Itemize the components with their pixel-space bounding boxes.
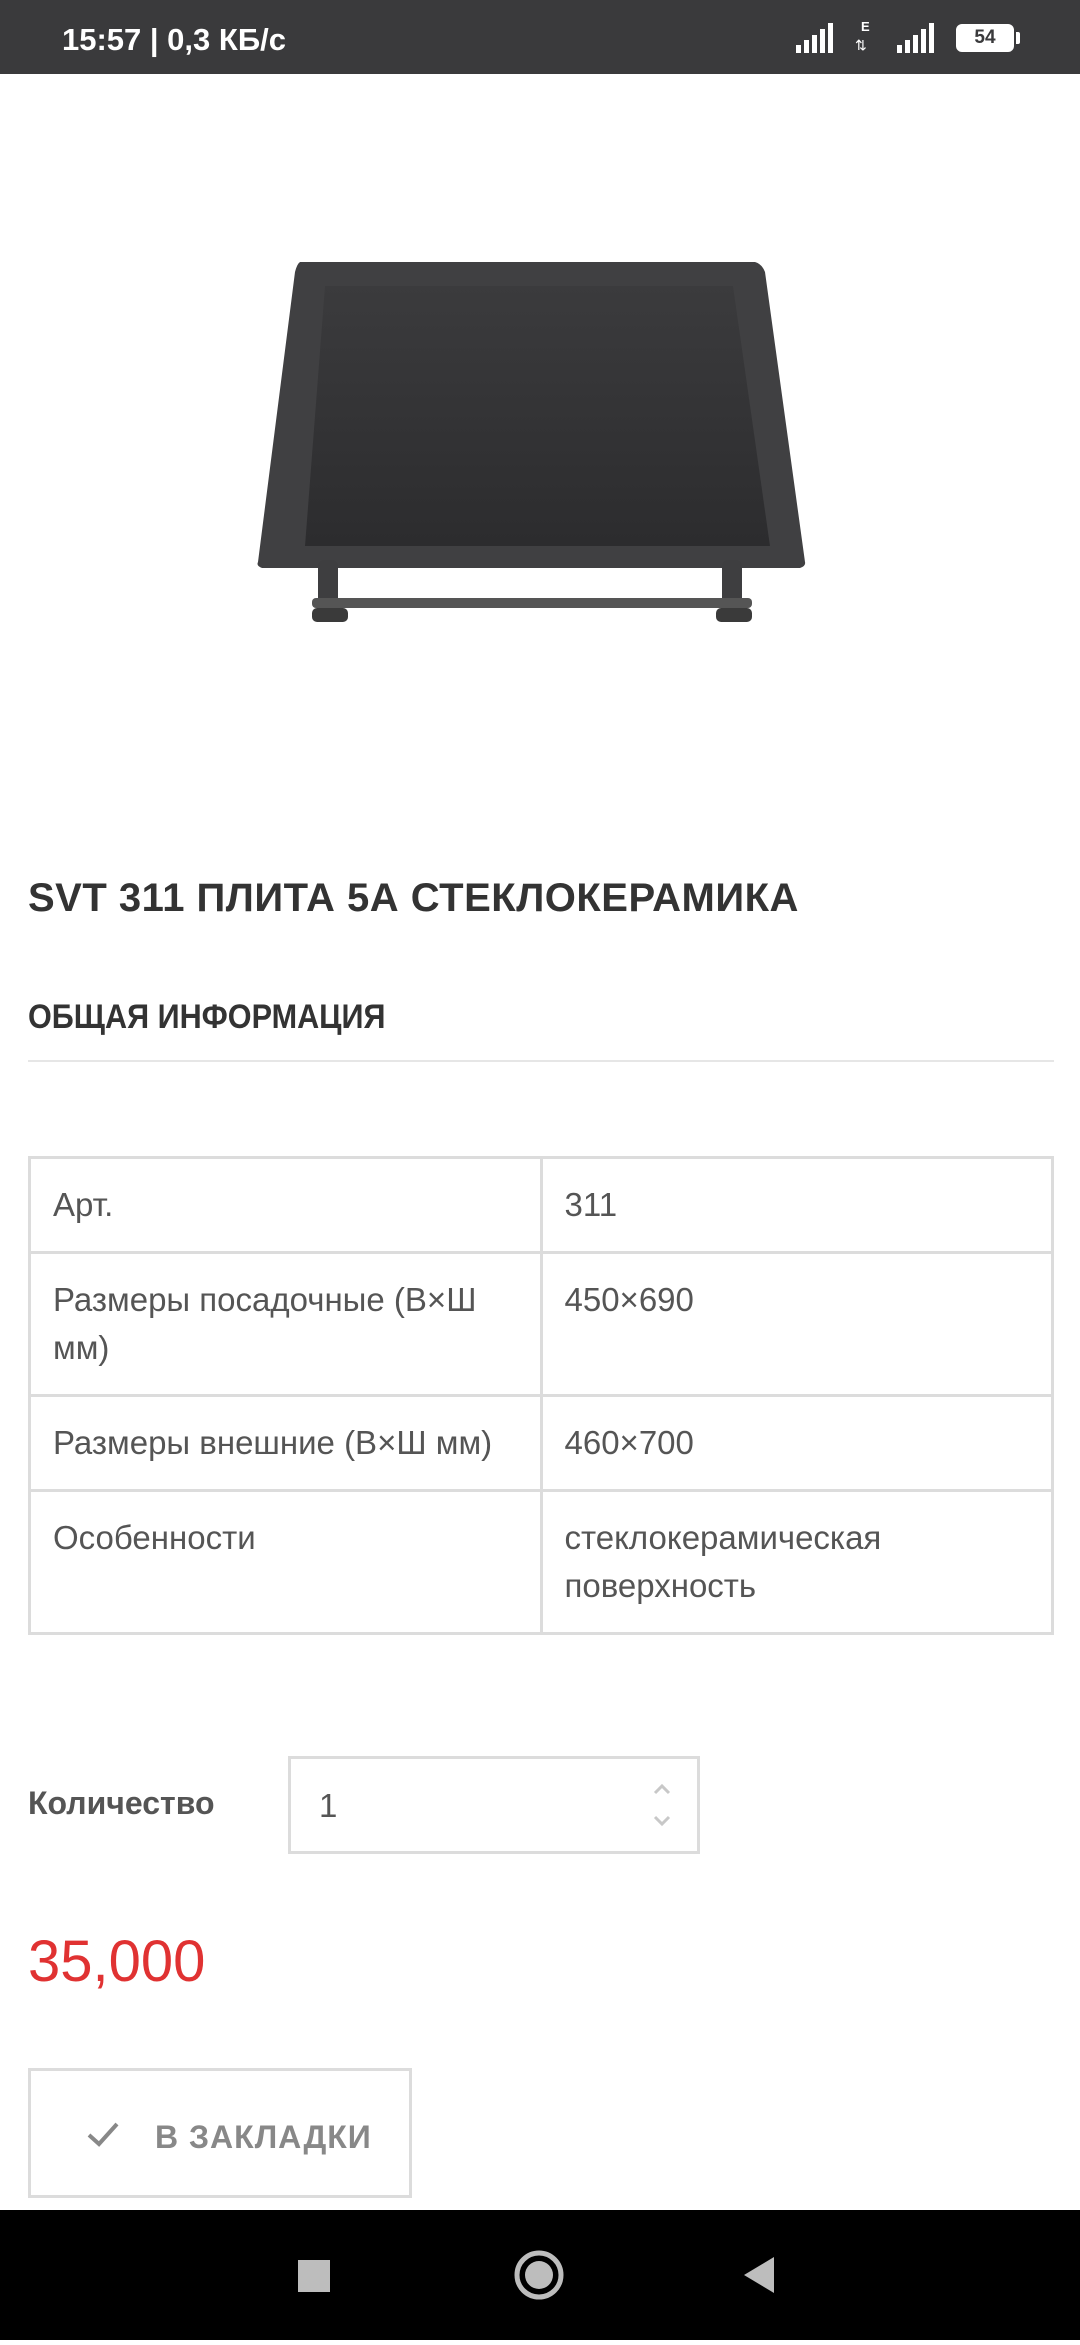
spec-label: Арт. <box>28 1156 543 1254</box>
section-divider <box>28 1060 1054 1062</box>
spec-value: 311 <box>539 1156 1054 1254</box>
back-button[interactable] <box>700 2210 820 2340</box>
network-type-icon: E ⇅ <box>855 19 870 53</box>
section-title: ОБЩАЯ ИНФОРМАЦИЯ <box>28 998 386 1036</box>
spec-value: 450×690 <box>539 1251 1054 1397</box>
home-button[interactable] <box>480 2210 600 2340</box>
chevron-down-icon[interactable] <box>651 1809 673 1831</box>
bookmark-label: В ЗАКЛАДКИ <box>155 2119 372 2155</box>
home-circle-icon <box>514 2250 564 2300</box>
bookmark-button[interactable]: В ЗАКЛАДКИ <box>28 2068 412 2198</box>
spec-label: Размеры посадочные (В×Ш мм) <box>28 1251 543 1397</box>
quantity-stepper[interactable]: 1 <box>288 1756 700 1854</box>
table-row: Арт. 311 <box>28 1156 1054 1254</box>
battery-level: 54 <box>956 24 1014 52</box>
table-row: Размеры посадочные (В×Ш мм) 450×690 <box>28 1251 1054 1397</box>
back-triangle-icon <box>744 2257 774 2293</box>
network-type-label: E <box>861 19 870 34</box>
status-icons: E ⇅ 54 <box>796 18 1020 58</box>
table-row: Особенности стеклокерамическая поверхнос… <box>28 1489 1054 1635</box>
checkmark-icon <box>87 2122 119 2147</box>
table-row: Размеры внешние (В×Ш мм) 460×700 <box>28 1394 1054 1492</box>
recent-apps-button[interactable] <box>253 2210 373 2340</box>
glass-ceramic-hob-image <box>257 262 806 622</box>
signal-strength-icon-2 <box>897 23 934 53</box>
spec-table: Арт. 311 Размеры посадочные (В×Ш мм) 450… <box>28 1156 1054 1635</box>
status-time: 15:57 | 0,3 КБ/с <box>62 22 286 57</box>
price: 35,000 <box>28 1929 206 1994</box>
battery-icon: 54 <box>956 24 1020 52</box>
signal-strength-icon <box>796 23 833 53</box>
product-image[interactable] <box>0 74 1080 834</box>
square-icon <box>298 2260 330 2292</box>
chevron-up-icon[interactable] <box>651 1779 673 1801</box>
status-bar: 15:57 | 0,3 КБ/с E ⇅ 54 <box>0 0 1080 74</box>
stepper-arrows[interactable] <box>647 1777 677 1837</box>
spec-label: Особенности <box>28 1489 543 1635</box>
spec-label: Размеры внешние (В×Ш мм) <box>28 1394 543 1492</box>
product-title: SVT 311 ПЛИТА 5А СТЕКЛОКЕРАМИКА <box>28 876 799 920</box>
navigation-bar <box>0 2210 1080 2340</box>
spec-value: 460×700 <box>539 1394 1054 1492</box>
spec-value: стеклокерамическая поверхность <box>539 1489 1054 1635</box>
quantity-label: Количество <box>28 1785 215 1821</box>
quantity-value[interactable]: 1 <box>319 1787 337 1825</box>
